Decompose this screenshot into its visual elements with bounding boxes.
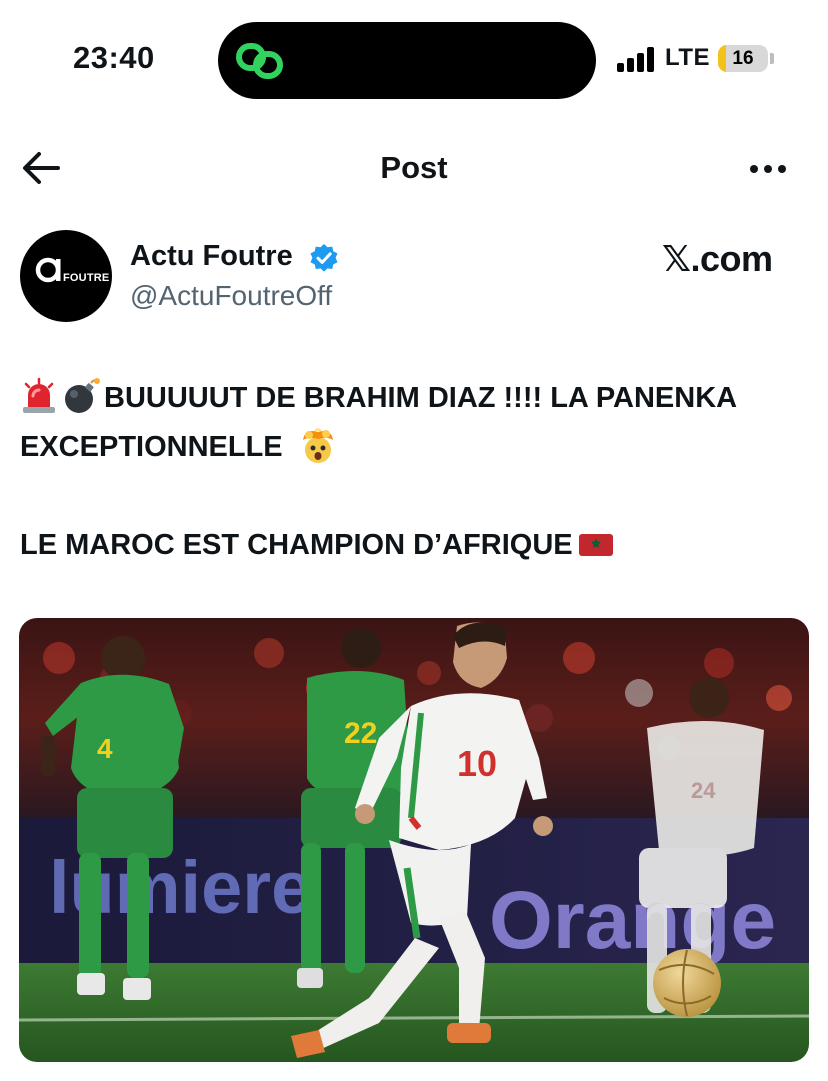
author-name[interactable]: Actu Foutre bbox=[130, 240, 293, 273]
author-handle[interactable]: @ActuFoutreOff bbox=[130, 280, 332, 312]
battery-icon: 16 bbox=[718, 45, 768, 72]
more-options-button[interactable] bbox=[742, 146, 794, 190]
more-dot bbox=[764, 165, 772, 173]
battery-cap bbox=[770, 53, 774, 64]
jersey-number-mid: 22 bbox=[344, 717, 377, 750]
more-dot bbox=[778, 165, 786, 173]
logo-a-icon bbox=[35, 257, 61, 283]
page-bottom bbox=[0, 1062, 828, 1081]
exploding-head-emoji-icon bbox=[302, 428, 333, 463]
football-photo: lumiere Orange 4 22 24 10 bbox=[19, 618, 809, 1062]
bomb-emoji-icon bbox=[65, 378, 100, 413]
siren-emoji-icon bbox=[23, 377, 55, 413]
verified-badge-icon bbox=[310, 244, 338, 272]
football bbox=[653, 949, 721, 1017]
x-com-label: 𝕏.com bbox=[662, 238, 773, 279]
tweet-text: BUUUUUT DE BRAHIM DIAZ !!!! LA PANENKA E… bbox=[20, 374, 800, 570]
avatar-logo-text: FOUTRE bbox=[63, 272, 110, 284]
battery-level: 16 bbox=[732, 48, 754, 69]
link-app-icon bbox=[236, 43, 283, 79]
board-text-right: Orange bbox=[489, 875, 776, 966]
jersey-number-left: 4 bbox=[97, 733, 113, 764]
morocco-flag-icon bbox=[578, 534, 613, 556]
avatar[interactable]: FOUTRE bbox=[20, 230, 112, 322]
more-dot bbox=[750, 165, 758, 173]
dynamic-island[interactable] bbox=[218, 22, 596, 99]
tweet-line-2: LE MAROC EST CHAMPION D’AFRIQUE bbox=[20, 529, 573, 561]
tweet-paragraph-2: LE MAROC EST CHAMPION D’AFRIQUE bbox=[20, 521, 800, 570]
jersey-number-main: 10 bbox=[457, 743, 497, 784]
network-label: LTE bbox=[665, 44, 711, 71]
jersey-number-right: 24 bbox=[691, 778, 716, 803]
status-time: 23:40 bbox=[73, 40, 155, 75]
tweet-photo[interactable]: lumiere Orange 4 22 24 10 bbox=[19, 618, 809, 1062]
signal-icon bbox=[617, 46, 657, 72]
tweet-spacer bbox=[20, 472, 800, 521]
status-bar: 23:40 LTE 16 bbox=[0, 0, 828, 120]
tweet-line-1: BUUUUUT DE BRAHIM DIAZ !!!! LA PANENKA E… bbox=[20, 382, 737, 463]
page-title: Post bbox=[380, 150, 448, 185]
tweet-paragraph-1: BUUUUUT DE BRAHIM DIAZ !!!! LA PANENKA E… bbox=[20, 374, 800, 472]
